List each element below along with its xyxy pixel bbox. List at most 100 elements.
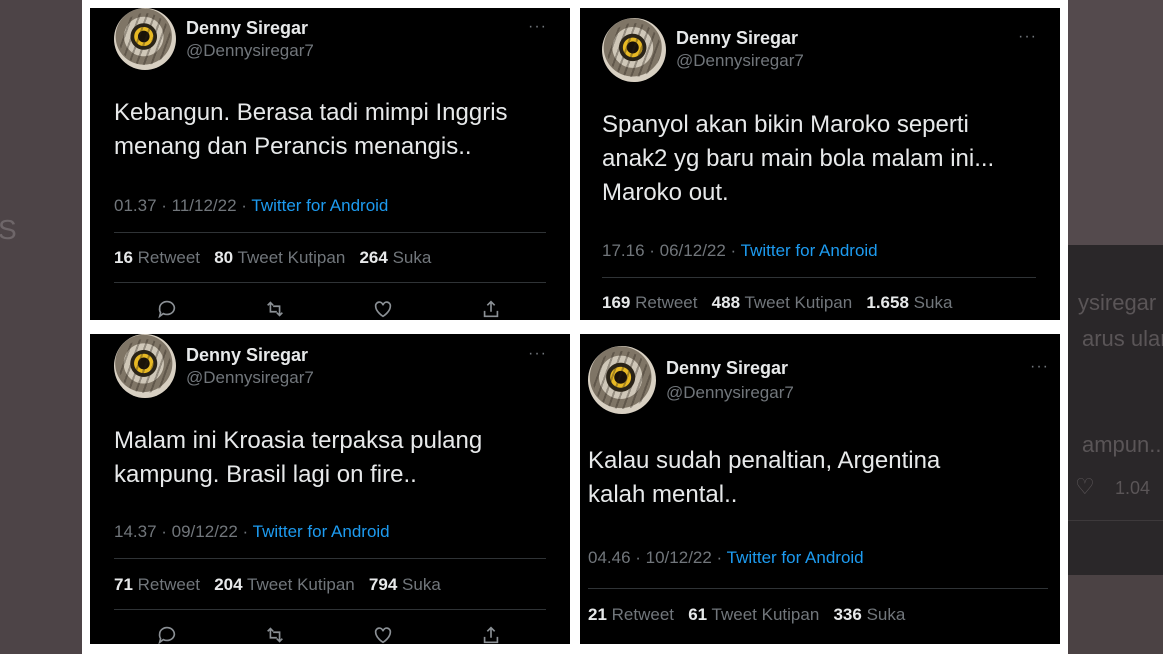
tweet-meta: 14.37 · 09/12/22 · Twitter for Android: [114, 522, 390, 542]
tweet-card[interactable]: Denny Siregar @Dennysiregar7 ··· Malam i…: [90, 334, 570, 644]
tweet-text: Kalau sudah penaltian, Argentina kalah m…: [588, 447, 941, 508]
tweet-card[interactable]: Denny Siregar @Dennysiregar7 ··· Spanyol…: [580, 8, 1060, 320]
tweet-card[interactable]: Denny Siregar @Dennysiregar7 ··· Kebangu…: [90, 8, 570, 320]
tweet-card[interactable]: Denny Siregar @Dennysiregar7 ··· Kalau s…: [580, 334, 1060, 644]
tweet-stats: 71 Retweet 204 Tweet Kutipan 794 Suka: [114, 575, 441, 595]
reply-icon[interactable]: [156, 298, 178, 320]
quote-label: Tweet Kutipan: [237, 248, 346, 267]
like-stat[interactable]: 336 Suka: [833, 605, 905, 624]
like-stat[interactable]: 1.658 Suka: [866, 293, 952, 312]
more-options-icon[interactable]: ···: [528, 345, 547, 363]
author-handle[interactable]: @Dennysiregar7: [666, 383, 794, 403]
like-label: Suka: [402, 575, 441, 594]
tweet-stats: 169 Retweet 488 Tweet Kutipan 1.658 Suka: [602, 293, 952, 313]
quote-stat[interactable]: 61 Tweet Kutipan: [688, 605, 819, 624]
divider: [114, 609, 546, 610]
like-icon[interactable]: [372, 298, 394, 320]
divider: [1068, 520, 1163, 521]
tweet-text: Malam ini Kroasia terpaksa pulang kampun…: [114, 427, 483, 488]
background-text-fragment: 1.04: [1115, 478, 1151, 498]
quote-count: 80: [214, 248, 234, 267]
like-count: 264: [359, 248, 388, 267]
like-label: Suka: [392, 248, 432, 267]
background-text-fragment: ysiregar: [1078, 290, 1157, 315]
author-name[interactable]: Denny Siregar: [186, 18, 308, 39]
quote-count: 61: [688, 605, 708, 624]
author-name[interactable]: Denny Siregar: [186, 345, 308, 366]
quote-stat[interactable]: 80 Tweet Kutipan: [214, 248, 345, 267]
author-handle[interactable]: @Dennysiregar7: [186, 41, 314, 61]
tweet-timestamp: 17.16 · 06/12/22 ·: [602, 241, 741, 260]
avatar[interactable]: [114, 8, 176, 70]
tweet-source-link[interactable]: Twitter for Android: [253, 522, 390, 541]
share-icon[interactable]: [480, 298, 502, 320]
avatar[interactable]: [602, 18, 666, 82]
more-options-icon[interactable]: ···: [1030, 358, 1049, 376]
tweet-collage: Denny Siregar @Dennysiregar7 ··· Kebangu…: [82, 0, 1068, 654]
tweet-meta: 01.37 · 11/12/22 · Twitter for Android: [114, 196, 388, 216]
divider: [114, 232, 546, 233]
retweet-label: Retweet: [611, 605, 675, 624]
like-count: 794: [368, 575, 398, 594]
tweet-timestamp: 01.37 · 11/12/22 ·: [114, 196, 252, 215]
more-options-icon[interactable]: ···: [528, 18, 547, 36]
retweet-count: 21: [588, 605, 607, 624]
quote-label: Tweet Kutipan: [711, 605, 820, 624]
retweet-label: Retweet: [635, 293, 698, 312]
quote-stat[interactable]: 204 Tweet Kutipan: [214, 575, 355, 594]
like-label: Suka: [866, 605, 906, 624]
background-right-top: [1068, 0, 1163, 245]
divider: [114, 558, 546, 559]
heart-icon: ♡: [1075, 474, 1095, 499]
more-options-icon[interactable]: ···: [1018, 28, 1037, 46]
author-handle[interactable]: @Dennysiregar7: [676, 51, 804, 71]
tweet-meta: 17.16 · 06/12/22 · Twitter for Android: [602, 241, 878, 261]
like-label: Suka: [913, 293, 953, 312]
author-handle[interactable]: @Dennysiregar7: [186, 368, 314, 388]
retweet-count: 169: [602, 293, 631, 312]
retweet-label: Retweet: [137, 248, 201, 267]
tweet-text: Kebangun. Berasa tadi mimpi Inggris mena…: [114, 99, 508, 160]
like-stat[interactable]: 794 Suka: [369, 575, 441, 594]
retweet-count: 16: [114, 248, 133, 267]
divider: [588, 588, 1048, 589]
retweet-stat[interactable]: 21 Retweet: [588, 605, 674, 624]
divider: [114, 282, 546, 283]
quote-label: Tweet Kutipan: [247, 575, 355, 594]
share-icon[interactable]: [480, 624, 502, 644]
like-icon[interactable]: [372, 624, 394, 644]
background-text-fragment: arus ular: [1082, 326, 1163, 351]
retweet-icon[interactable]: [264, 298, 286, 320]
tweet-stats: 16 Retweet 80 Tweet Kutipan 264 Suka: [114, 248, 431, 268]
like-stat[interactable]: 264 Suka: [359, 248, 431, 267]
retweet-stat[interactable]: 71 Retweet: [114, 575, 200, 594]
tweet-text: Spanyol akan bikin Maroko seperti anak2 …: [602, 111, 995, 206]
quote-count: 488: [711, 293, 741, 312]
tweet-meta: 04.46 · 10/12/22 · Twitter for Android: [588, 548, 864, 568]
retweet-label: Retweet: [137, 575, 201, 594]
retweet-stat[interactable]: 16 Retweet: [114, 248, 200, 267]
tweet-timestamp: 14.37 · 09/12/22 ·: [114, 522, 253, 541]
tweet-source-link[interactable]: Twitter for Android: [251, 196, 388, 215]
like-count: 336: [833, 605, 862, 624]
quote-stat[interactable]: 488 Tweet Kutipan: [712, 293, 853, 312]
retweet-stat[interactable]: 169 Retweet: [602, 293, 697, 312]
background-right-bottom: [1068, 575, 1163, 654]
avatar[interactable]: [588, 346, 656, 414]
avatar[interactable]: [114, 334, 176, 398]
reply-icon[interactable]: [156, 624, 178, 644]
background-left-panel: [0, 0, 82, 654]
tweet-stats: 21 Retweet 61 Tweet Kutipan 336 Suka: [588, 605, 905, 625]
quote-label: Tweet Kutipan: [744, 293, 853, 312]
author-name[interactable]: Denny Siregar: [676, 28, 798, 49]
background-text-fragment: ampun..: [1082, 432, 1162, 457]
tweet-source-link[interactable]: Twitter for Android: [741, 241, 878, 260]
background-text-fragment: S: [0, 214, 17, 245]
divider: [602, 277, 1036, 278]
author-name[interactable]: Denny Siregar: [666, 358, 788, 379]
retweet-count: 71: [114, 575, 133, 594]
retweet-icon[interactable]: [264, 624, 286, 644]
like-count: 1.658: [866, 293, 909, 312]
quote-count: 204: [214, 575, 243, 594]
tweet-source-link[interactable]: Twitter for Android: [727, 548, 864, 567]
